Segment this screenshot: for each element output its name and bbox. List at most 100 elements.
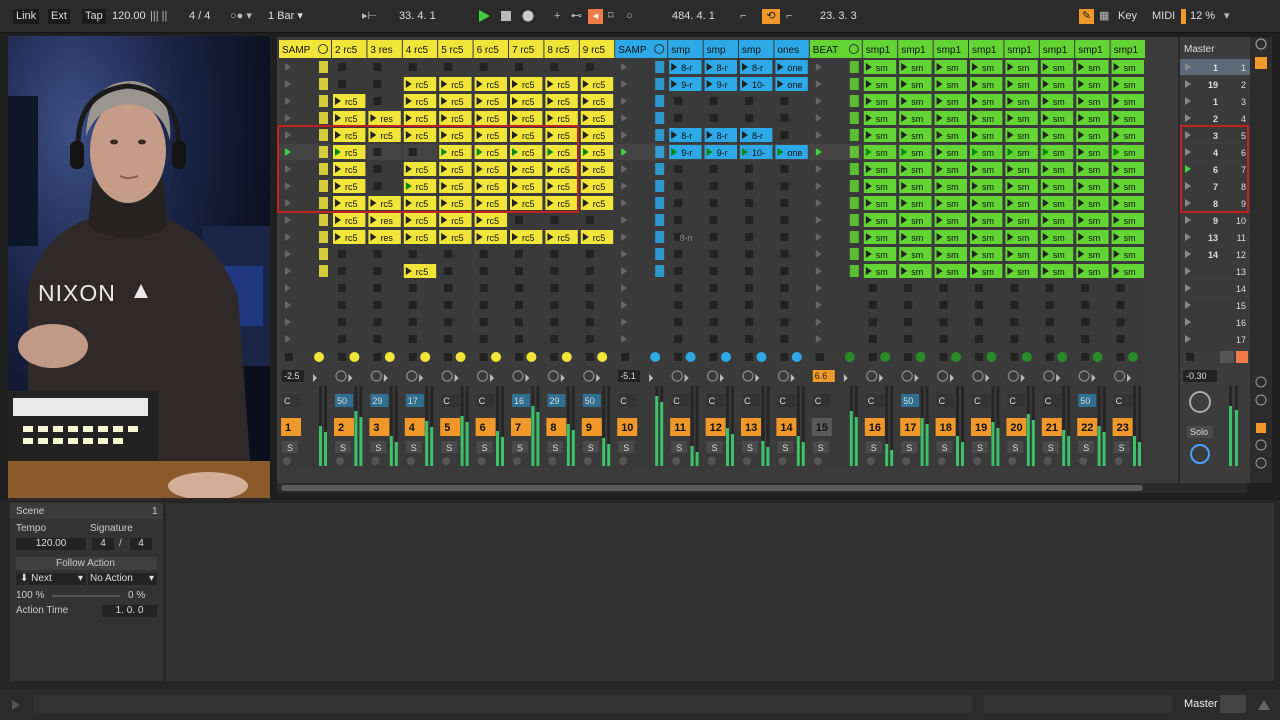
clip-stop-icon[interactable]: [745, 182, 753, 190]
clip-slot[interactable]: [367, 314, 402, 330]
clip-stop-icon[interactable]: [585, 267, 594, 275]
clip-stop-icon[interactable]: [1045, 301, 1054, 309]
clip-slot[interactable]: [402, 246, 438, 262]
clip-stop-icon[interactable]: [515, 284, 523, 292]
clip-slot[interactable]: [509, 331, 544, 347]
track-stop-button[interactable]: [408, 353, 417, 361]
clip-slot[interactable]: [739, 331, 774, 347]
stop-all-clips-button[interactable]: [1186, 353, 1194, 361]
clip-stop-icon[interactable]: [709, 114, 718, 122]
clip-slot[interactable]: [668, 161, 703, 177]
track-stop-button[interactable]: [939, 353, 948, 361]
clip-slot[interactable]: [774, 161, 809, 177]
clip-slot[interactable]: [933, 280, 968, 296]
clip-stop-icon[interactable]: [338, 63, 346, 71]
clip-stop-icon[interactable]: [373, 63, 382, 71]
track-stop-button[interactable]: [709, 353, 718, 361]
clip-slot[interactable]: [1110, 314, 1145, 330]
arm-button[interactable]: [778, 457, 787, 465]
clip-stop-icon[interactable]: [709, 318, 718, 326]
clip-slot[interactable]: [473, 331, 508, 347]
scene-sig-denominator[interactable]: 4: [130, 538, 152, 550]
clip-slot[interactable]: [774, 263, 809, 279]
clip-slot[interactable]: [774, 331, 809, 347]
clip-stop-icon[interactable]: [515, 63, 523, 71]
loop-start-field[interactable]: 484. 4. 1: [672, 9, 715, 24]
clip-slot[interactable]: [1039, 331, 1075, 347]
clip-stop-icon[interactable]: [408, 284, 417, 292]
clip-stop-icon[interactable]: [444, 250, 453, 258]
clip-stop-icon[interactable]: [585, 335, 594, 343]
clip-stop-icon[interactable]: [674, 97, 683, 105]
arm-button[interactable]: [442, 457, 451, 465]
clip-stop-icon[interactable]: [408, 301, 417, 309]
clip-stop-icon[interactable]: [745, 97, 753, 105]
clip-stop-icon[interactable]: [1010, 335, 1019, 343]
clip-slot[interactable]: [1110, 331, 1145, 347]
clip-stop-icon[interactable]: [515, 335, 523, 343]
overload-menu-icon[interactable]: ▾: [1224, 9, 1230, 24]
action-time-field[interactable]: 1. 0. 0: [102, 605, 157, 617]
clip-stop-icon[interactable]: [408, 250, 417, 258]
clip-stop-icon[interactable]: [674, 165, 683, 173]
clip-slot[interactable]: [703, 297, 738, 313]
clip-stop-icon[interactable]: [904, 301, 913, 309]
clip-slot[interactable]: [544, 297, 579, 313]
clip-slot[interactable]: [438, 280, 473, 296]
io-toggle-icon[interactable]: [1255, 376, 1267, 388]
clip-slot[interactable]: [438, 263, 473, 279]
clip-slot[interactable]: [367, 161, 402, 177]
clip-slot[interactable]: [898, 331, 933, 347]
clip-slot[interactable]: [402, 331, 438, 347]
clip-stop-icon[interactable]: [868, 335, 877, 343]
clip-slot[interactable]: [509, 297, 544, 313]
clip-stop-icon[interactable]: [780, 318, 789, 326]
clip-slot[interactable]: [739, 263, 774, 279]
clip-slot[interactable]: [668, 280, 703, 296]
clip-slot[interactable]: [703, 93, 738, 109]
clip-stop-icon[interactable]: [444, 301, 453, 309]
master-mono-icon[interactable]: [1220, 351, 1234, 363]
clip-stop-icon[interactable]: [1045, 284, 1054, 292]
clip-slot[interactable]: [579, 280, 615, 296]
clip-stop-icon[interactable]: [550, 216, 559, 224]
clip-slot[interactable]: [1110, 280, 1145, 296]
clip-stop-icon[interactable]: [868, 284, 877, 292]
clip-stop-icon[interactable]: [975, 335, 983, 343]
clip-stop-icon[interactable]: [709, 250, 718, 258]
clip-stop-icon[interactable]: [868, 318, 877, 326]
clip-slot[interactable]: [703, 229, 738, 245]
clip-slot[interactable]: [1075, 314, 1110, 330]
clip-slot[interactable]: [1110, 297, 1145, 313]
clip-slot[interactable]: [509, 59, 544, 75]
mixer-toggle-icon[interactable]: [1255, 439, 1267, 451]
scene-sig-numerator[interactable]: 4: [92, 538, 114, 550]
clip-slot[interactable]: [1075, 331, 1110, 347]
clip-stop-icon[interactable]: [709, 182, 718, 190]
clip-slot[interactable]: [703, 246, 738, 262]
clip-stop-icon[interactable]: [585, 216, 594, 224]
clip-slot[interactable]: [1039, 297, 1075, 313]
clip-stop-icon[interactable]: [444, 335, 453, 343]
session-record-icon[interactable]: ○: [626, 9, 633, 24]
clip-slot[interactable]: [668, 246, 703, 262]
clip-slot[interactable]: [332, 246, 367, 262]
track-stop-button[interactable]: [373, 353, 382, 361]
clip-stop-icon[interactable]: [709, 301, 718, 309]
clip-slot[interactable]: [898, 314, 933, 330]
clip-slot[interactable]: [544, 246, 579, 262]
arm-button[interactable]: [937, 457, 946, 465]
clip-slot[interactable]: [438, 331, 473, 347]
arm-button[interactable]: [477, 457, 486, 465]
follow-action-a-menu[interactable]: ⬇ Next ▾: [16, 573, 86, 585]
track-stop-button[interactable]: [444, 353, 453, 361]
track-stop-button[interactable]: [621, 353, 630, 361]
clip-slot[interactable]: [703, 212, 738, 228]
arm-button[interactable]: [336, 457, 344, 465]
clip-stop-icon[interactable]: [1116, 335, 1125, 343]
clip-stop-icon[interactable]: [550, 267, 559, 275]
clip-slot[interactable]: [668, 212, 703, 228]
arm-button[interactable]: [902, 457, 911, 465]
arm-button[interactable]: [1008, 457, 1017, 465]
scrollbar-thumb[interactable]: [281, 485, 1143, 491]
